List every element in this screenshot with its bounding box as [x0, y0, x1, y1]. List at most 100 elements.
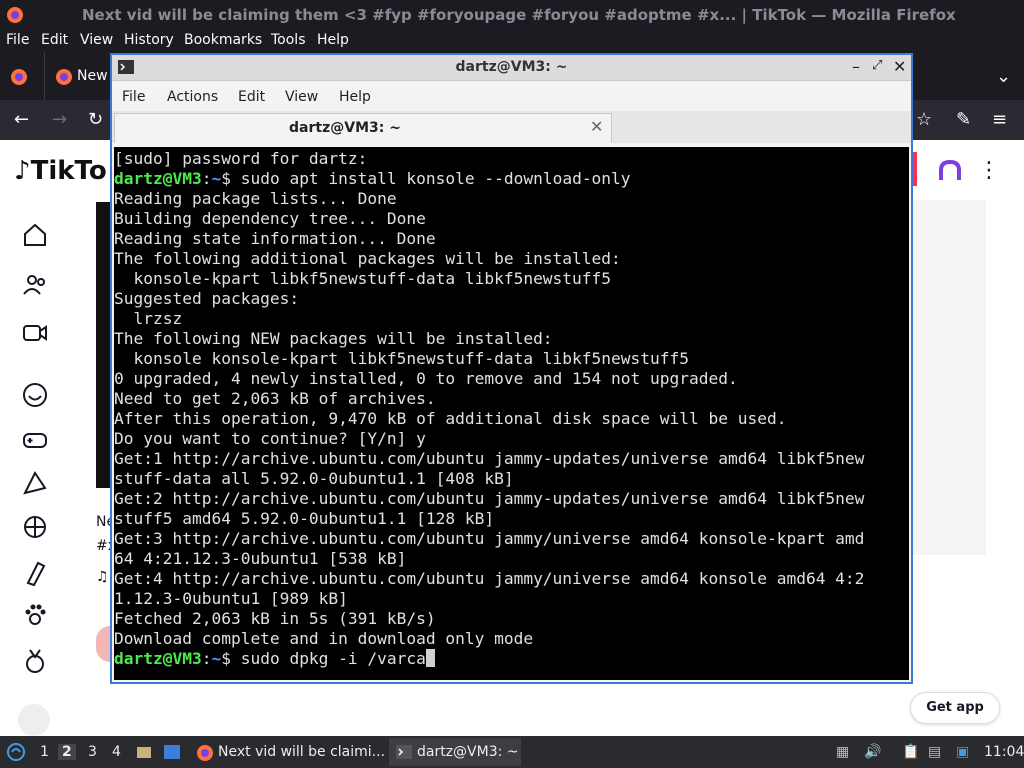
tiktok-note-icon: ♪: [14, 156, 31, 186]
menu-file[interactable]: File: [6, 32, 29, 48]
prompt-command: sudo dpkg -i /varca: [230, 649, 426, 668]
tiktok-logo[interactable]: ♪TikTo: [14, 156, 107, 186]
prompt-command: sudo apt install konsole --download-only: [230, 169, 631, 188]
comedy-icon[interactable]: [20, 380, 50, 410]
menu-tools[interactable]: Tools: [271, 32, 306, 48]
menu-help[interactable]: Help: [317, 32, 349, 48]
reload-icon[interactable]: ↻: [88, 111, 103, 129]
terminal-line: stuff-data all 5.92.0-0ubuntu1.1 [408 kB…: [114, 469, 514, 488]
clipboard-icon[interactable]: 📋: [902, 744, 919, 760]
music-note-icon: ♫: [96, 569, 109, 585]
terminal-tab-label: dartz@VM3: ~: [289, 120, 401, 136]
menu-edit[interactable]: Edit: [41, 32, 68, 48]
terminal-menu-file[interactable]: File: [122, 89, 145, 105]
forward-icon[interactable]: →: [52, 111, 67, 129]
terminal-line: Fetched 2,063 kB in 5s (391 kB/s): [114, 609, 436, 628]
terminal-line: Suggested packages:: [114, 289, 300, 308]
food-icon[interactable]: [20, 468, 50, 498]
taskbar-firefox-task[interactable]: Next vid will be claimi...: [218, 744, 385, 760]
terminal-line: After this operation, 9,470 kB of additi…: [114, 409, 787, 428]
terminal-line: Do you want to continue? [Y/n] y: [114, 429, 426, 448]
terminal-line: Get:3 http://archive.ubuntu.com/ubuntu j…: [114, 529, 865, 548]
terminal-line: Building dependency tree... Done: [114, 209, 426, 228]
file-manager-icon[interactable]: [136, 744, 152, 760]
taskbar-terminal-task: dartz@VM3: ~: [417, 744, 519, 760]
home-icon[interactable]: [20, 220, 50, 250]
live-icon[interactable]: [20, 318, 50, 348]
menu-history[interactable]: History: [124, 32, 174, 48]
video-player[interactable]: [96, 202, 110, 488]
terminal-menu-help[interactable]: Help: [339, 89, 371, 105]
gaming-icon[interactable]: [20, 425, 50, 455]
terminal-window: dartz@VM3: ~ – ⤢ ✕ File Actions Edit Vie…: [110, 53, 913, 684]
terminal-line: 64 4:21.12.3-0ubuntu1 [538 kB]: [114, 549, 407, 568]
menu-bookmarks[interactable]: Bookmarks: [184, 32, 262, 48]
terminal-menu-actions[interactable]: Actions: [167, 89, 218, 105]
firefox-view-icon[interactable]: [10, 68, 28, 86]
browser-tab[interactable]: New: [44, 52, 110, 100]
terminal-line: 1.12.3-0ubuntu1 [989 kB]: [114, 589, 348, 608]
upload-button-edge[interactable]: [913, 152, 917, 186]
taskbar: 1 2 3 4 Next vid will be claimi... dartz…: [0, 736, 1024, 768]
terminal-window-title: dartz@VM3: ~: [455, 59, 568, 75]
terminal-line: The following additional packages will b…: [114, 249, 621, 268]
prompt-symbol: $: [221, 649, 231, 668]
more-options-icon[interactable]: ⋮: [978, 158, 1000, 183]
profile-icon[interactable]: [937, 158, 963, 184]
firefox-window-title: Next vid will be claiming them <3 #fyp #…: [82, 6, 956, 24]
terminal-line: Reading package lists... Done: [114, 189, 397, 208]
avatar-placeholder: [18, 704, 50, 736]
sports-icon[interactable]: [20, 512, 50, 542]
prompt-separator: :: [201, 169, 212, 188]
terminal-titlebar[interactable]: dartz@VM3: ~ – ⤢ ✕: [112, 55, 911, 81]
terminal-line: [sudo] password for dartz:: [114, 149, 368, 168]
terminal-output[interactable]: [sudo] password for dartz: dartz@VM3:~$ s…: [114, 147, 909, 680]
show-desktop-icon[interactable]: [163, 744, 181, 760]
hamburger-menu-icon[interactable]: ≡: [992, 111, 1007, 129]
volume-icon[interactable]: 🔊: [864, 744, 881, 760]
network-icon[interactable]: ▤: [928, 744, 941, 760]
extensions-icon[interactable]: ✎: [956, 111, 971, 129]
maximize-icon[interactable]: ⤢: [872, 58, 882, 73]
prompt-path: ~: [211, 649, 222, 668]
tab-close-icon[interactable]: ✕: [590, 117, 603, 136]
start-menu-icon[interactable]: [6, 742, 26, 762]
terminal-tab[interactable]: dartz@VM3: ~ ✕: [114, 113, 612, 143]
following-icon[interactable]: [20, 270, 50, 300]
menu-view[interactable]: View: [80, 32, 113, 48]
update-icon[interactable]: ▣: [956, 744, 969, 760]
taskbar-terminal-icon: [396, 745, 412, 759]
prompt-user: dartz@VM3: [114, 649, 202, 668]
chevron-down-icon[interactable]: ⌄: [996, 68, 1011, 86]
tab-firefox-icon: [56, 69, 72, 85]
terminal-line: Download complete and in download only m…: [114, 629, 534, 648]
firefox-titlebar: Next vid will be claiming them <3 #fyp #…: [0, 0, 1024, 30]
terminal-tabbar: dartz@VM3: ~ ✕: [112, 111, 911, 143]
terminal-line: The following NEW packages will be insta…: [114, 329, 553, 348]
minimize-icon[interactable]: –: [852, 57, 860, 76]
terminal-line: dartz@VM3:~$ sudo apt install konsole --…: [114, 169, 909, 189]
keyboard-icon[interactable]: ▦: [836, 744, 849, 760]
terminal-line: dartz@VM3:~$ sudo dpkg -i /varca: [114, 649, 909, 669]
clock[interactable]: 11:04: [984, 744, 1024, 760]
terminal-menu-edit[interactable]: Edit: [238, 89, 265, 105]
workspace-1[interactable]: 1: [40, 744, 49, 760]
tab-label: New: [77, 68, 108, 84]
achievement-icon[interactable]: [20, 646, 50, 676]
workspace-3[interactable]: 3: [88, 744, 97, 760]
prompt-separator: :: [201, 649, 212, 668]
terminal-menu-view[interactable]: View: [285, 89, 318, 105]
close-icon[interactable]: ✕: [893, 57, 906, 76]
taskbar-firefox-icon: [197, 745, 213, 761]
workspace-4[interactable]: 4: [112, 744, 121, 760]
animals-icon[interactable]: [20, 600, 50, 630]
beauty-icon[interactable]: [20, 558, 50, 588]
get-app-button[interactable]: Get app: [910, 692, 1000, 724]
terminal-line: Need to get 2,063 kB of archives.: [114, 389, 436, 408]
workspace-2[interactable]: 2: [58, 744, 76, 760]
avatar[interactable]: [96, 626, 110, 662]
bookmark-star-icon[interactable]: ☆: [916, 111, 932, 129]
back-icon[interactable]: ←: [14, 111, 29, 129]
tiktok-logo-text: TikTo: [30, 156, 107, 186]
terminal-line: stuff5 amd64 5.92.0-0ubuntu1.1 [128 kB]: [114, 509, 495, 528]
